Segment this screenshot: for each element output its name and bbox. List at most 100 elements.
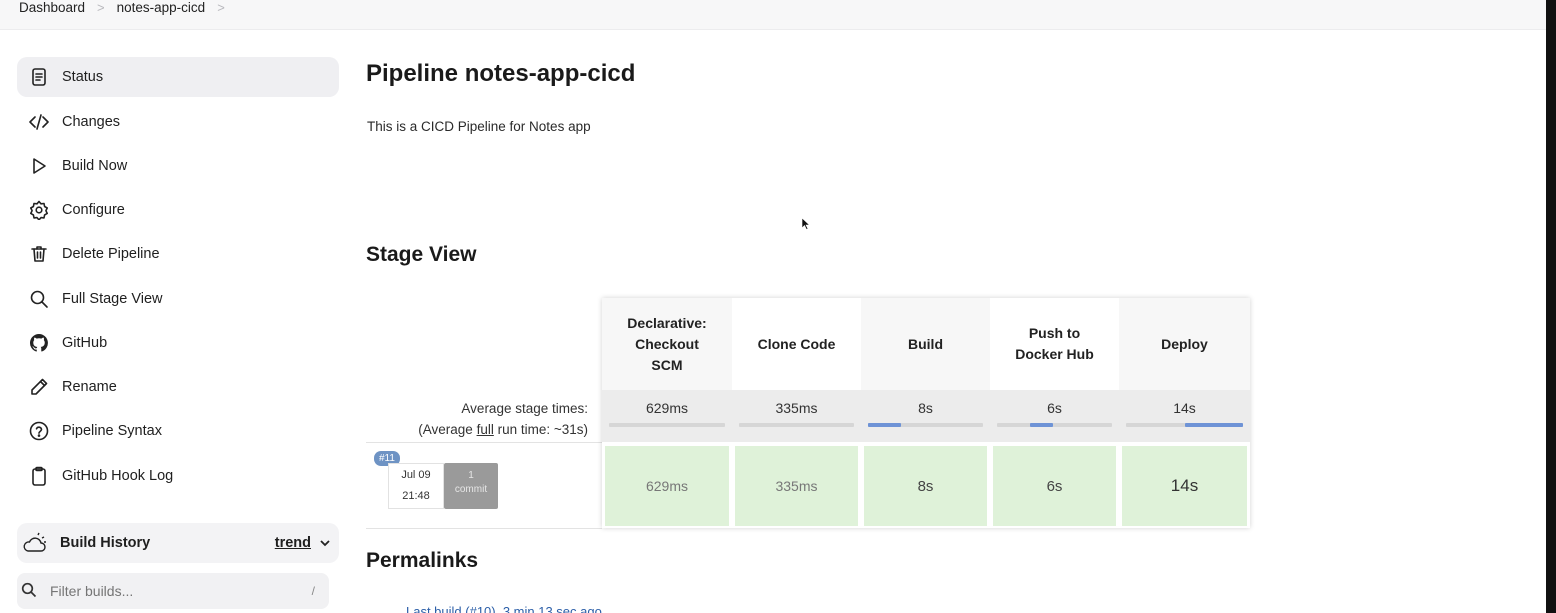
stage-average-time: 6s	[1047, 400, 1062, 416]
stage-average-time: 14s	[1173, 400, 1196, 416]
sidebar-item-delete-pipeline[interactable]: Delete Pipeline	[17, 234, 339, 274]
stage-average: 8s	[861, 390, 990, 442]
sidebar-item-label: GitHub	[62, 335, 108, 351]
gear-icon	[28, 199, 50, 221]
stage-name-line: Clone Code	[757, 335, 836, 352]
help-circle-icon	[28, 420, 50, 442]
sidebar-item-label: Rename	[62, 379, 117, 395]
stage-average: 629ms	[602, 390, 732, 442]
stage-column: Clone Code 335ms 335ms	[732, 298, 861, 528]
stage-average-time: 8s	[918, 400, 933, 416]
stage-header: Deploy	[1119, 298, 1250, 390]
commit-count: 1	[468, 470, 474, 481]
sidebar-item-label: Status	[62, 69, 104, 85]
shortcut-hint: /	[311, 584, 315, 598]
stage-column: Deploy 14s 14s	[1119, 298, 1250, 528]
stage-average: 6s	[990, 390, 1119, 442]
stage-average-bar	[609, 423, 725, 427]
stage-run-cell[interactable]: 6s	[993, 446, 1116, 526]
stage-average-bar-fill	[868, 423, 902, 427]
build-history-header: Build History trend	[17, 523, 339, 563]
page-title: Pipeline notes-app-cicd	[366, 60, 636, 87]
stage-name-line: Deploy	[1161, 335, 1208, 352]
trend-label: trend	[274, 535, 311, 551]
sidebar-item-rename[interactable]: Rename	[17, 367, 339, 407]
divider	[366, 528, 602, 529]
stage-average: 14s	[1119, 390, 1250, 442]
sidebar-item-github[interactable]: GitHub	[17, 323, 339, 363]
last-build-link[interactable]: Last build (#10), 3 min 13 sec ago	[406, 604, 602, 613]
stage-column: Push to Docker Hub 6s 6s	[990, 298, 1119, 528]
average-label: Average stage times:	[461, 401, 588, 416]
github-icon	[28, 332, 50, 354]
search-icon	[28, 288, 50, 310]
average-stage-times-label: Average stage times: (Average full run t…	[348, 398, 588, 440]
build-date: Jul 09 21:48	[388, 463, 444, 509]
chevron-down-icon	[320, 540, 330, 547]
sidebar-item-pipeline-syntax[interactable]: Pipeline Syntax	[17, 411, 339, 451]
stage-name-line: Checkout	[635, 335, 699, 352]
stage-name-line: Push to	[1028, 325, 1081, 341]
stage-column: Declarative: Checkout SCM 629ms 629ms	[602, 298, 732, 528]
average-full-link[interactable]: full	[477, 422, 494, 437]
sidebar-item-label: Configure	[62, 202, 125, 218]
code-icon	[28, 111, 50, 133]
commit-label: commit	[454, 484, 488, 495]
breadcrumb-dashboard[interactable]: Dashboard	[19, 0, 85, 16]
stage-header: Build	[861, 298, 990, 390]
stage-average-bar-fill	[1030, 423, 1054, 427]
breadcrumb-project[interactable]: notes-app-cicd	[117, 0, 206, 16]
build-row[interactable]: #11 Jul 09 21:48 1 commit	[366, 442, 602, 528]
sidebar-item-label: Pipeline Syntax	[62, 423, 162, 439]
stage-view-table: Declarative: Checkout SCM 629ms 629ms Clon…	[602, 298, 1250, 528]
stage-name-line: Build	[908, 335, 943, 352]
average-full-suffix: run time: ~31s)	[493, 422, 588, 437]
trend-link[interactable]: trend	[275, 535, 331, 551]
trash-icon	[28, 243, 50, 265]
stage-run-cell[interactable]: 14s	[1122, 446, 1247, 526]
main-content: Pipeline notes-app-cicd This is a CICD P…	[366, 56, 1516, 613]
stage-average-bar	[868, 423, 983, 427]
sidebar-item-label: Build Now	[62, 158, 128, 174]
average-full-run-time: (Average full run time: ~31s)	[348, 419, 588, 440]
stage-name-line: Declarative:	[627, 314, 707, 331]
stage-column: Build 8s 8s	[861, 298, 990, 528]
breadcrumb: Dashboard > notes-app-cicd >	[0, 0, 1546, 30]
play-icon	[28, 155, 50, 177]
stage-average-bar-fill	[1184, 423, 1243, 427]
stage-run-cell[interactable]: 335ms	[735, 446, 858, 526]
sidebar-item-configure[interactable]: Configure	[17, 190, 339, 230]
mouse-cursor-icon	[802, 218, 810, 230]
sidebar-item-label: Changes	[62, 114, 121, 130]
weather-cloudy-icon	[22, 532, 48, 554]
sidebar-item-label: Delete Pipeline	[62, 246, 160, 262]
sidebar-item-status[interactable]: Status	[17, 57, 339, 97]
sidebar-item-build-now[interactable]: Build Now	[17, 146, 339, 186]
stage-average-time: 629ms	[645, 400, 689, 416]
sidebar-item-github-hook-log[interactable]: GitHub Hook Log	[17, 456, 339, 496]
clipboard-icon	[28, 465, 50, 487]
stage-average: 335ms	[732, 390, 861, 442]
pencil-icon	[28, 376, 50, 398]
stage-view-title: Stage View	[366, 243, 477, 266]
stage-average-bar	[997, 423, 1112, 427]
sidebar-item-full-stage-view[interactable]: Full Stage View	[17, 279, 339, 319]
breadcrumb-separator: >	[217, 0, 225, 15]
stage-run-cell[interactable]: 629ms	[605, 446, 729, 526]
stage-average-time: 335ms	[775, 400, 818, 416]
build-history-label: Build History	[60, 535, 151, 551]
document-icon	[28, 66, 50, 88]
pipeline-description: This is a CICD Pipeline for Notes app	[367, 119, 591, 134]
stage-header: Push to Docker Hub	[990, 298, 1119, 390]
stage-run-cell[interactable]: 8s	[864, 446, 987, 526]
breadcrumb-separator: >	[97, 0, 105, 15]
sidebar-item-changes[interactable]: Changes	[17, 102, 339, 142]
stage-name-line: Docker Hub	[1015, 346, 1094, 362]
stage-average-bar	[1126, 423, 1243, 427]
build-date-time: 21:48	[402, 490, 430, 502]
search-icon	[21, 582, 39, 600]
sidebar-item-label: GitHub Hook Log	[62, 468, 174, 484]
build-commits[interactable]: 1 commit	[444, 463, 498, 509]
permalinks-title: Permalinks	[366, 549, 479, 572]
filter-builds-input[interactable]	[50, 583, 280, 599]
